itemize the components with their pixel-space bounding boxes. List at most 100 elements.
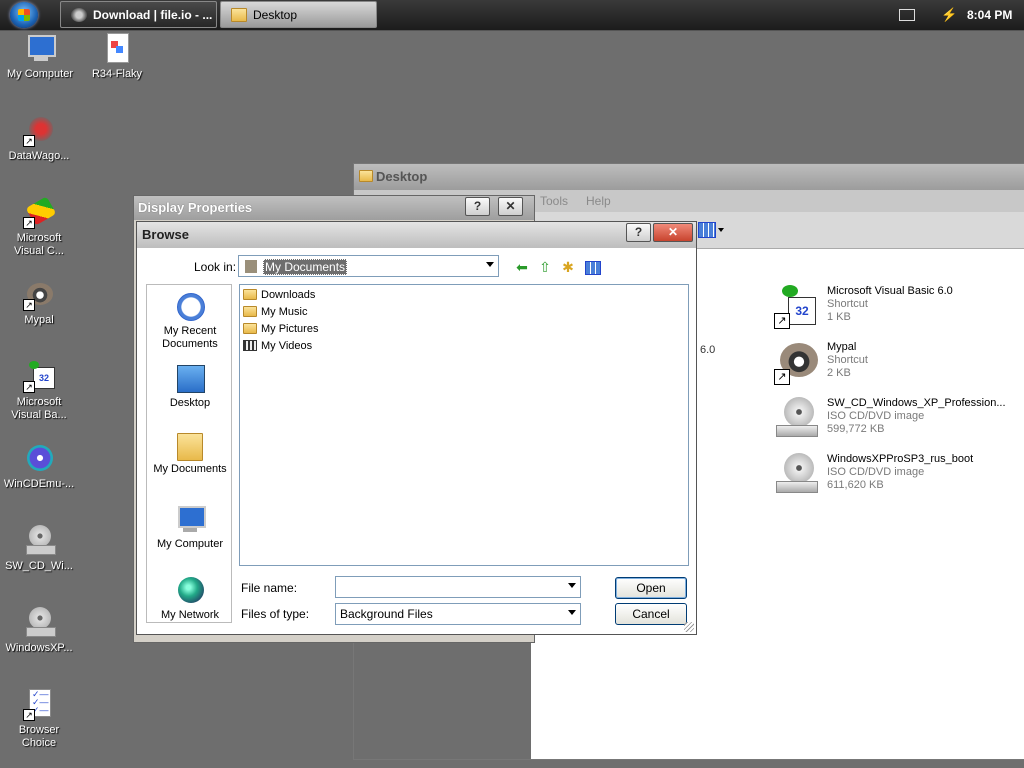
menu-tools[interactable]: Tools xyxy=(540,194,568,208)
explorer-titlebar[interactable]: Desktop xyxy=(354,164,1024,190)
help-button[interactable]: ? xyxy=(626,223,651,242)
file-item[interactable]: ↗ Mypal Shortcut 2 KB xyxy=(774,339,1024,387)
clock[interactable]: 8:04 PM xyxy=(967,0,1012,30)
desktop-icon-datawago[interactable]: ↗ DataWago... xyxy=(1,115,77,163)
taskbar-button-browser[interactable]: Download | file.io - ... xyxy=(60,1,217,28)
desktop-icon-windowsxp[interactable]: WindowsXP... xyxy=(1,607,77,655)
folder-icon xyxy=(231,8,247,22)
desktop-icon-sw-cd[interactable]: SW_CD_Wi... xyxy=(1,525,77,573)
shortcut-arrow-icon: ↗ xyxy=(23,299,35,311)
shortcut-arrow-icon: ↗ xyxy=(774,369,790,385)
desktop-icon-browser-choice[interactable]: ✓— ✓— ✓— ↗ Browser Choice xyxy=(1,689,77,750)
look-in-dropdown[interactable]: My Documents xyxy=(238,255,499,277)
taskbar-button-desktop[interactable]: Desktop xyxy=(220,1,377,28)
file-name-input[interactable] xyxy=(335,576,581,598)
file-item[interactable]: WindowsXPProSP3_rus_boot ISO CD/DVD imag… xyxy=(774,451,1024,499)
views-icon[interactable] xyxy=(698,222,716,238)
splash-icon: ↗ xyxy=(23,115,55,147)
files-of-type-label: Files of type: xyxy=(241,607,310,621)
folder-icon xyxy=(359,170,373,182)
disc-drive-icon xyxy=(23,607,56,639)
window-title: Display Properties xyxy=(138,200,253,215)
place-my-recent-documents[interactable]: My Recent Documents xyxy=(147,291,233,351)
folder-icon xyxy=(243,289,257,300)
chevron-down-icon xyxy=(486,262,494,267)
file-list[interactable]: Downloads My Music My Pictures My Videos xyxy=(239,284,689,566)
place-my-computer[interactable]: My Computer xyxy=(147,504,233,551)
list-item[interactable]: My Music xyxy=(243,304,307,320)
visual-c-icon: ↗ xyxy=(23,196,57,229)
checklist-icon: ✓— ✓— ✓— ↗ xyxy=(23,689,55,721)
shortcut-arrow-icon: ↗ xyxy=(23,381,35,393)
raccoon-icon: ↗ xyxy=(774,339,822,385)
start-button[interactable] xyxy=(10,2,38,28)
desktop-icon-visual-basic[interactable]: 32 ↗ Microsoft Visual Ba... xyxy=(1,361,77,422)
window-title: Desktop xyxy=(376,169,428,184)
computer-icon xyxy=(24,33,56,65)
desktop-icon-mypal[interactable]: ↗ Mypal xyxy=(1,279,77,327)
desktop-icon-r34-flaky[interactable]: R34-Flaky xyxy=(79,33,155,81)
file-item[interactable]: 32 ↗ Microsoft Visual Basic 6.0 Shortcut… xyxy=(774,283,1024,331)
shortcut-arrow-icon: ↗ xyxy=(23,135,35,147)
computer-icon xyxy=(173,504,207,536)
shortcut-arrow-icon: ↗ xyxy=(774,313,790,329)
music-folder-icon xyxy=(243,306,257,317)
window-title: Browse xyxy=(142,227,189,242)
list-item[interactable]: Downloads xyxy=(243,287,315,303)
document-icon xyxy=(101,33,133,65)
look-in-label: Look in: xyxy=(194,260,237,274)
place-my-network[interactable]: My Network xyxy=(147,575,233,622)
documents-icon xyxy=(245,260,257,273)
browse-dialog: Browse ? ✕ Look in: My Documents ⬅ ⇧ ✱ M… xyxy=(136,221,697,635)
task-label: Download | file.io - ... xyxy=(93,8,213,22)
list-item[interactable]: My Videos xyxy=(243,338,312,354)
browse-titlebar[interactable]: Browse xyxy=(137,222,696,248)
list-item[interactable]: My Pictures xyxy=(243,321,318,337)
up-folder-icon[interactable]: ⇧ xyxy=(536,258,554,276)
keyboard-icon[interactable] xyxy=(899,9,915,21)
visual-basic-icon: 32 ↗ xyxy=(774,283,822,329)
close-button[interactable]: ✕ xyxy=(653,223,693,242)
place-my-documents[interactable]: My Documents xyxy=(147,433,233,476)
desktop-icon-visual-c[interactable]: ↗ Microsoft Visual C... xyxy=(1,196,77,258)
files-of-type-value: Background Files xyxy=(340,607,433,621)
dialog-body: Look in: My Documents ⬅ ⇧ ✱ My Recent Do… xyxy=(137,248,696,634)
pictures-folder-icon xyxy=(243,323,257,334)
help-button[interactable]: ? xyxy=(465,197,490,216)
disc-drive-icon xyxy=(774,395,822,441)
desktop-icon-my-computer[interactable]: My Computer xyxy=(2,33,78,81)
cd-icon xyxy=(23,443,55,475)
chevron-down-icon xyxy=(568,610,576,615)
disc-drive-icon xyxy=(23,525,56,557)
cancel-button[interactable]: Cancel xyxy=(615,603,687,625)
network-globe-icon xyxy=(173,575,207,607)
taskbar: Download | file.io - ... Desktop ⚡ 8:04 … xyxy=(0,0,1024,31)
clock-icon xyxy=(173,291,207,323)
shortcut-arrow-icon: ↗ xyxy=(23,709,35,721)
disc-drive-icon xyxy=(774,451,822,497)
raccoon-icon: ↗ xyxy=(23,279,55,311)
new-folder-icon[interactable]: ✱ xyxy=(559,258,577,276)
raccoon-icon xyxy=(71,8,87,22)
places-bar: My Recent Documents Desktop My Documents… xyxy=(146,284,232,623)
back-icon[interactable]: ⬅ xyxy=(513,258,531,276)
resize-grip[interactable] xyxy=(684,622,694,632)
place-desktop[interactable]: Desktop xyxy=(147,363,233,410)
chevron-down-icon xyxy=(568,583,576,588)
network-icon[interactable]: ⚡ xyxy=(941,7,957,22)
view-menu-icon[interactable] xyxy=(584,258,602,276)
desktop-icon xyxy=(173,363,207,395)
files-of-type-dropdown[interactable]: Background Files xyxy=(335,603,581,625)
look-in-value: My Documents xyxy=(263,259,348,275)
documents-folder-icon xyxy=(177,433,203,461)
chevron-down-icon[interactable] xyxy=(718,228,724,232)
file-item[interactable]: SW_CD_Windows_XP_Profession... ISO CD/DV… xyxy=(774,395,1024,443)
open-button[interactable]: Open xyxy=(615,577,687,599)
close-button[interactable]: ✕ xyxy=(498,197,523,216)
file-name-label: File name: xyxy=(241,581,298,595)
visual-basic-icon: 32 ↗ xyxy=(23,361,55,393)
videos-folder-icon xyxy=(243,340,257,351)
shortcut-arrow-icon: ↗ xyxy=(23,217,35,229)
desktop-icon-wincdemu[interactable]: WinCDEmu-... xyxy=(1,443,77,491)
menu-help[interactable]: Help xyxy=(586,194,611,208)
